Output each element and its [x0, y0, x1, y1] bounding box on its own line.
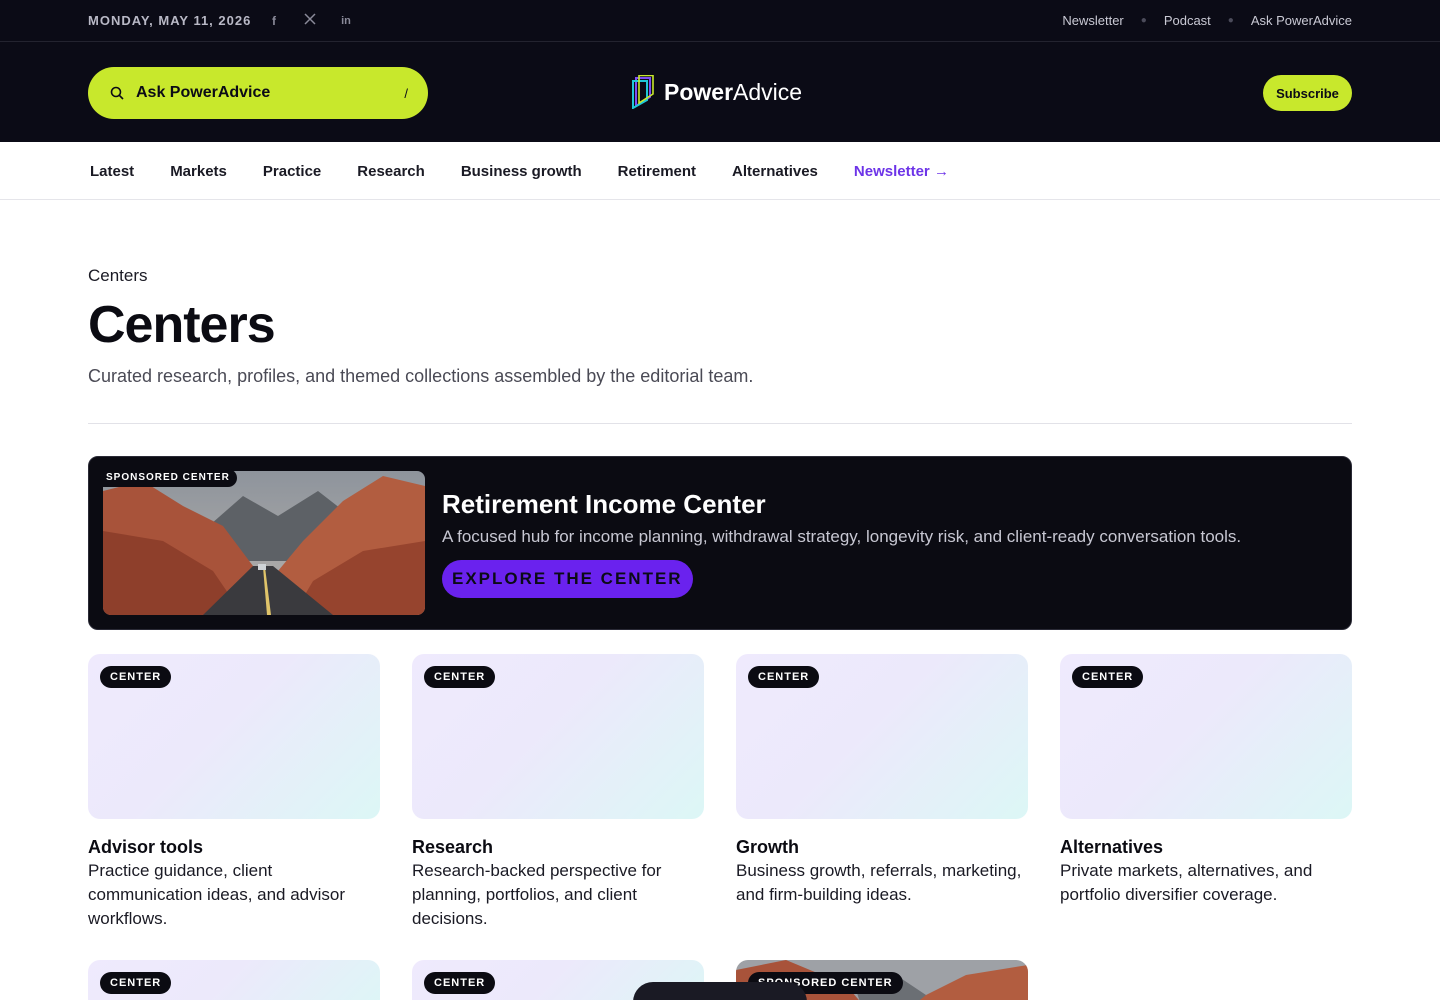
floating-toolbar[interactable]	[633, 982, 807, 1000]
card-title[interactable]: Alternatives	[1060, 835, 1352, 859]
linkedin-icon[interactable]: in	[338, 13, 354, 29]
nav-item-newsletter[interactable]: Newsletter →	[854, 163, 949, 180]
logo-text-power: Power	[664, 78, 734, 105]
card-thumbnail: CENTER	[1060, 654, 1352, 819]
newsletter-link[interactable]: Newsletter	[1062, 13, 1123, 28]
card-thumbnail: CENTER	[736, 654, 1028, 819]
card-description: Private markets, alternatives, and portf…	[1060, 861, 1313, 904]
center-badge: CENTER	[1072, 666, 1144, 688]
nav-item-practice[interactable]: Practice	[263, 163, 321, 180]
current-date: MONDAY, MAY 11, 2026	[88, 13, 252, 28]
center-card-growth[interactable]: CENTER Growth Business growth, referrals…	[736, 654, 1028, 907]
center-card-alternatives[interactable]: CENTER Alternatives Private markets, alt…	[1060, 654, 1352, 907]
card-title[interactable]: Research	[412, 835, 704, 859]
center-badge: CENTER	[424, 972, 496, 994]
utility-bar: MONDAY, MAY 11, 2026 f in Newsletter ● P…	[0, 0, 1440, 42]
x-icon[interactable]	[302, 13, 318, 29]
nav-item-alternatives[interactable]: Alternatives	[732, 163, 818, 180]
search-icon	[110, 86, 124, 100]
facebook-icon[interactable]: f	[266, 13, 282, 29]
site-header: Ask PowerAdvice / Power Advice Subscribe	[0, 42, 1440, 142]
search-label: Ask PowerAdvice	[136, 84, 271, 101]
separator-dot: ●	[1140, 15, 1147, 26]
featured-title[interactable]: Retirement Income Center	[442, 489, 766, 520]
separator-dot: ●	[1227, 15, 1234, 26]
center-badge: CENTER	[100, 972, 172, 994]
card-thumbnail: CENTER	[88, 654, 380, 819]
card-title[interactable]: Advisor tools	[88, 835, 380, 859]
center-card-research[interactable]: CENTER Research Research-backed perspect…	[412, 654, 704, 931]
podcast-link[interactable]: Podcast	[1164, 13, 1211, 28]
divider	[88, 423, 1352, 424]
center-badge: CENTER	[748, 666, 820, 688]
center-badge: CENTER	[100, 666, 172, 688]
nav-item-markets[interactable]: Markets	[170, 163, 227, 180]
logo-text-advice: Advice	[733, 78, 803, 105]
nav-item-research[interactable]: Research	[357, 163, 425, 180]
card-description: Practice guidance, client communication …	[88, 861, 346, 928]
card-title[interactable]: Growth	[736, 835, 1028, 859]
ask-search-button[interactable]: Ask PowerAdvice /	[88, 67, 428, 119]
card-description: Research-backed perspective for planning…	[412, 861, 662, 928]
site-logo[interactable]: Power Advice	[630, 75, 802, 109]
card-description: Business growth, referrals, marketing, a…	[736, 861, 1022, 904]
logo-mark-icon	[632, 75, 654, 109]
featured-image	[103, 471, 425, 615]
card-thumbnail: CENTER	[412, 654, 704, 819]
page-title: Centers	[88, 296, 276, 354]
center-card[interactable]: CENTER	[88, 960, 380, 1000]
page-subtitle: Curated research, profiles, and themed c…	[88, 366, 754, 386]
subscribe-button[interactable]: Subscribe	[1263, 75, 1352, 111]
featured-description: A focused hub for income planning, withd…	[442, 527, 1242, 546]
sponsored-badge: SPONSORED CENTER	[103, 469, 237, 487]
center-card-advisor-tools[interactable]: CENTER Advisor tools Practice guidance, …	[88, 654, 380, 931]
utility-links: Newsletter ● Podcast ● Ask PowerAdvice	[1062, 13, 1352, 28]
explore-center-button[interactable]: EXPLORE THE CENTER	[442, 560, 693, 598]
breadcrumb[interactable]: Centers	[88, 266, 148, 286]
center-badge: CENTER	[424, 666, 496, 688]
nav-item-business-growth[interactable]: Business growth	[461, 163, 582, 180]
main-nav: Latest Markets Practice Research Busines…	[0, 142, 1440, 200]
shortcut-hint: /	[404, 85, 408, 101]
nav-item-latest[interactable]: Latest	[90, 163, 134, 180]
ask-link[interactable]: Ask PowerAdvice	[1251, 13, 1352, 28]
nav-item-retirement[interactable]: Retirement	[618, 163, 696, 180]
featured-center-card[interactable]: SPONSORED CENTER Retirement Income Cente…	[88, 456, 1352, 630]
